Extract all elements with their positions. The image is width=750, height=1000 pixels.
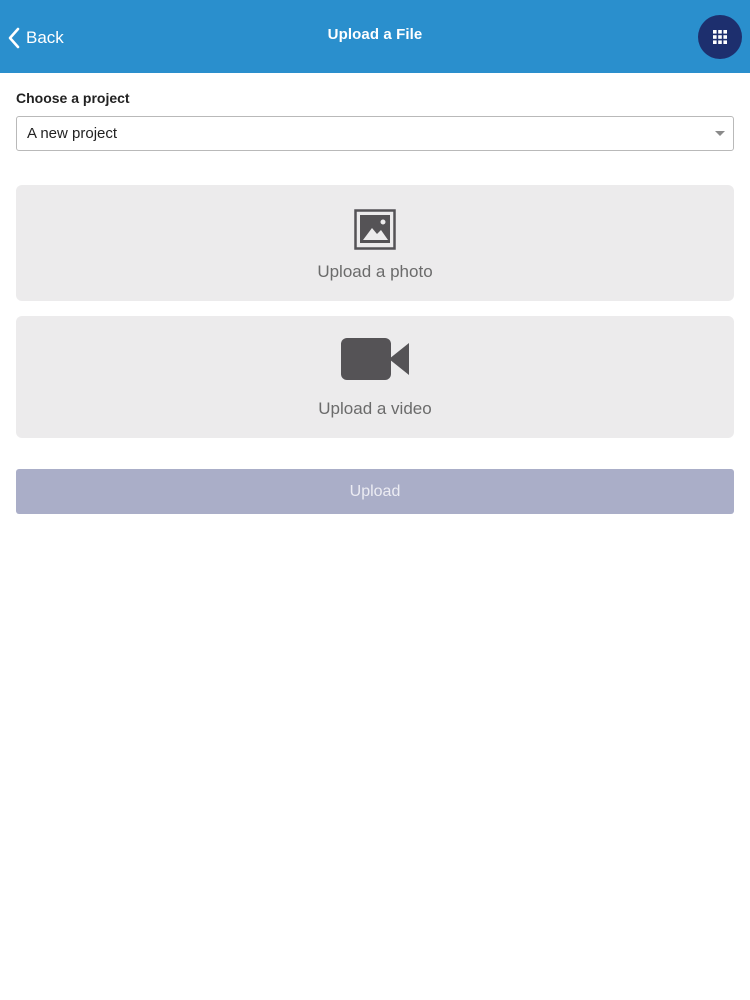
- upload-video-card[interactable]: Upload a video: [16, 316, 734, 438]
- upload-photo-label: Upload a photo: [317, 262, 433, 281]
- project-selected-value: A new project: [27, 125, 118, 142]
- upload-video-label: Upload a video: [318, 399, 432, 418]
- project-field-label: Choose a project: [16, 90, 130, 106]
- upload-photo-card[interactable]: Upload a photo: [16, 185, 734, 301]
- video-camera-icon: [340, 336, 410, 387]
- app-bar: Back Upload a File: [0, 0, 750, 73]
- upload-button[interactable]: Upload: [16, 469, 734, 514]
- page-title: Upload a File: [327, 26, 423, 43]
- photo-icon: [354, 209, 396, 255]
- grid-icon: [712, 29, 728, 45]
- apps-menu-button[interactable]: [698, 15, 742, 59]
- project-select[interactable]: A new project: [16, 116, 734, 151]
- dropdown-arrow-icon: [715, 131, 725, 136]
